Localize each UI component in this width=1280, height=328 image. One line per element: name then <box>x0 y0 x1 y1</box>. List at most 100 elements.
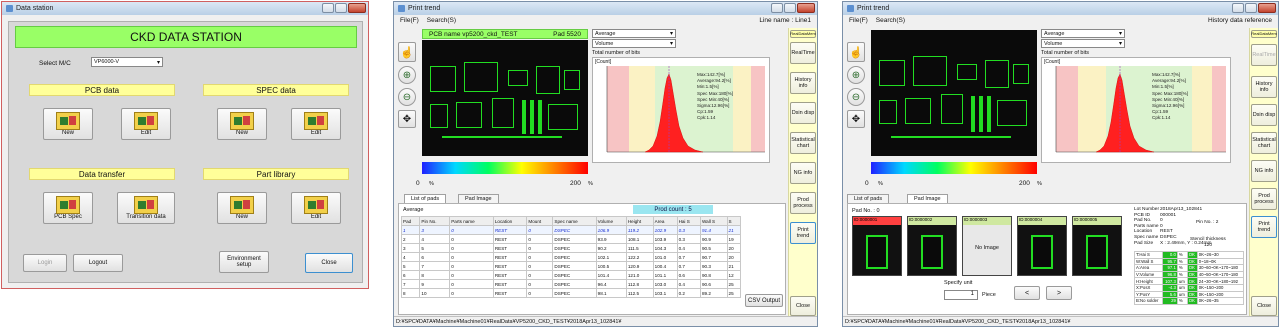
pad-thumbnail[interactable]: ID:0000005 <box>1072 216 1122 276</box>
part-new-icon <box>230 196 254 214</box>
menu-search[interactable]: Search(S) <box>427 17 456 24</box>
ng-info-button[interactable]: NG info <box>1251 160 1277 182</box>
maximize-button[interactable] <box>784 3 796 13</box>
ng-info-button[interactable]: NG info <box>790 162 816 184</box>
scale-max-unit: % <box>588 181 593 187</box>
statistical-chart-button[interactable]: Statistical chart <box>1251 132 1277 154</box>
table-row[interactable]: 6 8 0 REST 0 DSPEC 101.4 121.0 101.1 0.6 90.8 12 <box>401 270 741 280</box>
data-transfer-label: Data transfer <box>78 169 126 179</box>
table-cell: REST <box>492 243 528 253</box>
column-header[interactable]: Wall S <box>700 216 728 226</box>
pad-thumbnail[interactable]: ID:0000003 No Image <box>962 216 1012 276</box>
spec-new-button[interactable]: New <box>217 108 267 140</box>
average-select[interactable]: Average <box>592 29 676 38</box>
environment-setup-button[interactable]: Environment setup <box>219 251 269 273</box>
volume-select[interactable]: Volume <box>592 39 676 48</box>
pcb-edit-button[interactable]: Edit <box>121 108 171 140</box>
hand-tool-button[interactable]: ☝ <box>398 42 416 62</box>
prod-process-button[interactable]: Prod process <box>1251 188 1277 210</box>
column-header[interactable]: Height <box>625 216 654 226</box>
measurement-cell: 97.1 <box>1161 264 1178 272</box>
prev-button[interactable]: < <box>1014 286 1040 300</box>
zoom-out-button[interactable]: ⊖ <box>398 88 416 106</box>
prod-process-button[interactable]: Prod process <box>790 192 816 214</box>
disp-button[interactable]: Dsin disp <box>1251 104 1277 126</box>
column-header[interactable]: Spec name <box>552 216 597 226</box>
pcb-spec-button[interactable]: PCB Spec <box>43 192 93 224</box>
column-header[interactable]: Pad <box>401 216 421 226</box>
spec-edit-button[interactable]: Edit <box>291 108 341 140</box>
zoom-out-button[interactable]: ⊖ <box>847 88 865 106</box>
history-title: History data reference <box>1208 17 1272 24</box>
table-row[interactable]: 8 10 0 REST 0 DSPEC 98.1 112.5 103.1 0.2 89.2 25 <box>401 288 741 298</box>
column-header[interactable]: Parts name <box>449 216 494 226</box>
table-row[interactable]: 7 9 0 REST 0 DSPEC 96.4 112.8 103.0 0.4 90.6 25 <box>401 279 741 289</box>
table-row[interactable]: 1 3 0 REST 0 DSPEC 106.9 119.2 102.9 0.3 91.4 21 <box>401 225 741 235</box>
logout-button[interactable]: Logout <box>73 254 123 272</box>
table-cell: 0 <box>526 243 554 253</box>
close-button[interactable]: Close <box>305 253 353 273</box>
print-trend-button[interactable]: Print trend <box>1251 216 1277 238</box>
column-header[interactable]: Pin No. <box>419 216 451 226</box>
menu-file[interactable]: File(F) <box>400 17 419 24</box>
login-button[interactable]: Login <box>23 254 67 272</box>
minimize-button[interactable] <box>1232 3 1244 13</box>
column-header[interactable]: Area <box>652 216 678 226</box>
maximize-button[interactable] <box>1245 3 1257 13</box>
realtime-button[interactable]: RealTime <box>1251 44 1277 66</box>
table-cell: 93.9 <box>595 234 627 244</box>
close-button[interactable]: Close <box>790 296 816 316</box>
fit-button[interactable]: ✥ <box>847 110 865 128</box>
close-window-button[interactable] <box>1258 3 1276 13</box>
statistical-chart-button[interactable]: Statistical chart <box>790 132 816 154</box>
environment-setup-label: Environment setup <box>227 256 261 268</box>
part-new-button[interactable]: New <box>217 192 267 224</box>
zoom-in-button[interactable]: ⊕ <box>398 66 416 84</box>
table-row[interactable]: 5 7 0 REST 0 DSPEC 100.5 120.9 100.4 0.7 90.3 21 <box>401 261 741 271</box>
menu-search[interactable]: Search(S) <box>876 17 905 24</box>
column-header[interactable]: Hai S <box>676 216 702 226</box>
measurement-row: W:Wall S 95.7% OK 0~18~0K <box>1134 257 1245 266</box>
stat-cpk: Cpk:1.14 <box>697 115 716 121</box>
table-cell: 21 <box>726 225 741 235</box>
part-edit-button[interactable]: Edit <box>291 192 341 224</box>
pad-thumbnail[interactable]: ID:0000001 <box>852 216 902 276</box>
pad-thumbnail[interactable]: ID:0000002 <box>907 216 957 276</box>
table-cell: 111.5 <box>625 243 654 253</box>
column-header[interactable]: Volume <box>595 216 627 226</box>
machine-select[interactable]: VP6000-V <box>91 57 163 67</box>
csv-output-button[interactable]: CSV Output <box>745 294 783 307</box>
measurement-cell: 107.3 <box>1161 277 1178 285</box>
pad-thumbnail[interactable]: ID:0000004 <box>1017 216 1067 276</box>
average-select[interactable]: Average <box>1041 29 1125 38</box>
table-cell: REST <box>492 234 528 244</box>
close-button[interactable]: Close <box>1251 296 1277 316</box>
column-header[interactable]: Mount <box>526 216 554 226</box>
minimize-button[interactable] <box>771 3 783 13</box>
menu-file[interactable]: File(F) <box>849 17 868 24</box>
transition-data-button[interactable]: Transition data <box>117 192 175 224</box>
column-header[interactable]: Location <box>492 216 528 226</box>
next-button[interactable]: > <box>1046 286 1072 300</box>
history-info-button[interactable]: History info <box>790 72 816 94</box>
hand-tool-button[interactable]: ☝ <box>847 42 865 62</box>
zoom-in-button[interactable]: ⊕ <box>847 66 865 84</box>
table-row[interactable]: 4 6 0 REST 0 DSPEC 102.1 122.2 101.0 0.7 90.7 20 <box>401 252 741 262</box>
history-info-button[interactable]: History info <box>1251 76 1277 98</box>
realtime-button[interactable]: RealTime <box>790 42 816 64</box>
piece-input[interactable]: 1 <box>944 290 978 300</box>
minimize-button[interactable] <box>322 3 334 13</box>
volume-select[interactable]: Volume <box>1041 39 1125 48</box>
column-header[interactable]: S <box>726 216 741 226</box>
maximize-button[interactable] <box>335 3 347 13</box>
pad-no-label: Pad No. : 0 <box>852 208 880 214</box>
table-row[interactable]: 3 5 0 REST 0 DSPEC 90.2 111.5 104.3 0.4 90.5 20 <box>401 243 741 253</box>
pcb-new-button[interactable]: New <box>43 108 93 140</box>
close-window-button[interactable] <box>348 3 366 13</box>
fit-button[interactable]: ✥ <box>398 110 416 128</box>
table-row[interactable]: 2 4 0 REST 0 DSPEC 93.9 108.1 103.9 0.3 90.9 19 <box>401 234 741 244</box>
disp-button[interactable]: Dsin disp <box>790 102 816 124</box>
print-trend-button[interactable]: Print trend <box>790 222 816 244</box>
scale-max-unit: % <box>1037 181 1042 187</box>
close-window-button[interactable] <box>797 3 815 13</box>
